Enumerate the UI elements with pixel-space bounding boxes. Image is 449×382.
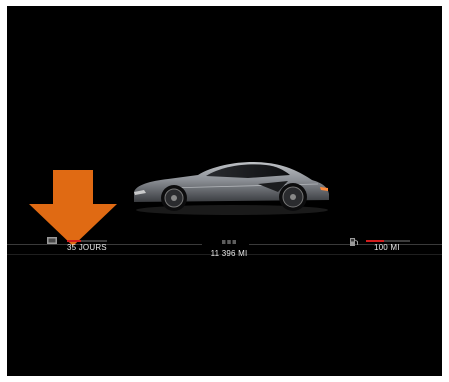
service-wrench-icon xyxy=(47,237,57,244)
service-interval-text: 35 JOURS xyxy=(67,243,107,252)
car-image xyxy=(134,162,329,215)
fuel-range-bar xyxy=(366,240,410,242)
fuel-range-text: 100 MI xyxy=(374,243,400,252)
fuel-range-fill xyxy=(366,240,384,242)
service-progress-bar xyxy=(67,240,107,242)
instrument-cluster-screen: 35 JOURS 11 396 MI 100 MI xyxy=(7,6,442,376)
divider-right xyxy=(249,244,442,245)
fuel-pump-icon xyxy=(350,238,358,246)
down-arrow-icon xyxy=(29,170,117,246)
service-progress-fill xyxy=(67,240,81,242)
odometer-dots-icon xyxy=(222,240,236,244)
odometer-text: 11 396 MI xyxy=(210,249,248,258)
